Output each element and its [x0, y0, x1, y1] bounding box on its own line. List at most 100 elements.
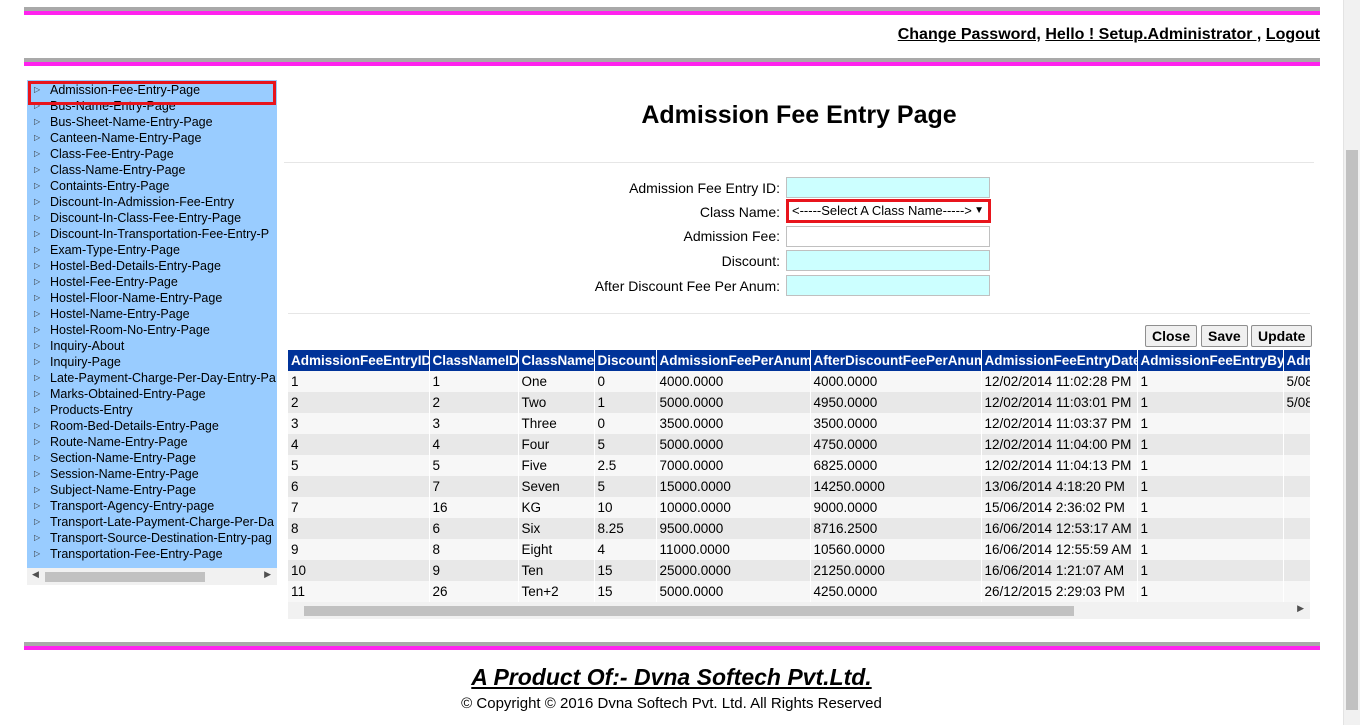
after-discount-field[interactable] [786, 275, 990, 296]
column-header[interactable]: AdmissionFeeEntryBy [1137, 350, 1284, 371]
table-row[interactable]: 2 2 Two 1 5000.0000 4950.0000 12/02/2014 11:03… [288, 392, 1310, 413]
sidebar-scroll-thumb[interactable] [45, 572, 205, 582]
expand-triangle-icon: ▷ [34, 485, 41, 494]
table-cell: 12/02/2014 11:02:28 PM [981, 371, 1138, 392]
sidebar-item[interactable]: ▷ Bus-Sheet-Name-Entry-Page [27, 114, 277, 130]
column-header[interactable]: AdmissionFeeEntryID [288, 350, 430, 371]
logout-link[interactable]: Logout [1266, 26, 1320, 43]
scroll-left-icon[interactable]: ◀ [32, 569, 39, 580]
sidebar-item-label: Discount-In-Transportation-Fee-Entry-P [50, 227, 270, 241]
sidebar-item[interactable]: ▷ Canteen-Name-Entry-Page [27, 130, 277, 146]
entry-id-label: Admission Fee Entry ID: [629, 180, 780, 196]
class-name-select[interactable]: <-----Select A Class Name-----> ▼ [786, 199, 991, 223]
change-password-link[interactable]: Change Password, [898, 26, 1041, 43]
expand-triangle-icon: ▷ [34, 245, 41, 254]
entry-id-field[interactable] [786, 177, 990, 198]
sidebar-item[interactable]: ▷ Bus-Name-Entry-Page [27, 98, 277, 114]
sidebar-item[interactable]: ▷ Subject-Name-Entry-Page [27, 482, 277, 498]
top-divider [24, 7, 1320, 15]
table-row[interactable]: 1 1 One 0 4000.0000 4000.0000 12/02/2014 11:02… [288, 371, 1310, 392]
sidebar-item-label: Hostel-Name-Entry-Page [50, 307, 190, 321]
expand-triangle-icon: ▷ [34, 309, 41, 318]
sidebar-item[interactable]: ▷ Room-Bed-Details-Entry-Page [27, 418, 277, 434]
table-cell: 1 [1137, 413, 1284, 434]
sidebar-horizontal-scrollbar[interactable]: ◀ ▶ [27, 568, 277, 585]
grid-scroll-thumb[interactable] [304, 606, 1074, 616]
table-row[interactable]: 8 6 Six 8.25 9500.0000 8716.2500 16/06/2014 12… [288, 518, 1310, 539]
sidebar-item[interactable]: ▷ Route-Name-Entry-Page [27, 434, 277, 450]
table-row[interactable]: 10 9 Ten 15 25000.0000 21250.0000 16/06/2014 1… [288, 560, 1310, 581]
table-cell: 3 [429, 413, 519, 434]
sidebar-item[interactable]: ▷ Transport-Source-Destination-Entry-pag [27, 530, 277, 546]
table-cell: 6825.0000 [810, 455, 982, 476]
table-cell: Three [518, 413, 595, 434]
table-row[interactable]: 6 7 Seven 5 15000.0000 14250.0000 13/06/2014 4… [288, 476, 1310, 497]
table-row[interactable]: 7 16 KG 10 10000.0000 9000.0000 15/06/2014 2:3… [288, 497, 1310, 518]
sidebar-item[interactable]: ▷ Products-Entry [27, 402, 277, 418]
expand-triangle-icon: ▷ [34, 405, 41, 414]
table-cell: 12/02/2014 11:03:01 PM [981, 392, 1138, 413]
sidebar-item[interactable]: ▷ Exam-Type-Entry-Page [27, 242, 277, 258]
table-cell: 16/06/2014 1:21:07 AM [981, 560, 1138, 581]
scroll-right-icon[interactable]: ▶ [1297, 603, 1304, 614]
column-header[interactable]: ClassName [518, 350, 595, 371]
sidebar-item[interactable]: ▷ Hostel-Fee-Entry-Page [27, 274, 277, 290]
column-header[interactable]: AdmissionFeeEntryDate [981, 350, 1138, 371]
sidebar-item[interactable]: ▷ Late-Payment-Charge-Per-Day-Entry-Pa [27, 370, 277, 386]
sidebar-item[interactable]: ▷ Hostel-Floor-Name-Entry-Page [27, 290, 277, 306]
grid-horizontal-scrollbar[interactable]: ▶ [288, 602, 1310, 619]
sidebar-item[interactable]: ▷ Transport-Late-Payment-Charge-Per-Da [27, 514, 277, 530]
table-cell: 1 [1137, 371, 1284, 392]
table-cell: One [518, 371, 595, 392]
sidebar-item[interactable]: ▷ Inquiry-Page [27, 354, 277, 370]
column-header[interactable]: Discount [594, 350, 657, 371]
expand-triangle-icon: ▷ [34, 149, 41, 158]
admission-fee-field[interactable] [786, 226, 990, 247]
table-row[interactable]: 3 3 Three 0 3500.0000 3500.0000 12/02/2014 11:… [288, 413, 1310, 434]
discount-field[interactable] [786, 250, 990, 271]
sidebar-list: ▷ Admission-Fee-Entry-Page ▷ Bus-Name-Entry… [27, 80, 277, 562]
table-row[interactable]: 5 5 Five 2.5 7000.0000 6825.0000 12/02/2014 11… [288, 455, 1310, 476]
table-cell: 5 [288, 455, 430, 476]
expand-triangle-icon: ▷ [34, 133, 41, 142]
column-header[interactable]: ClassNameID [429, 350, 519, 371]
sidebar-item[interactable]: ▷ Hostel-Room-No-Entry-Page [27, 322, 277, 338]
sidebar-item[interactable]: ▷ Discount-In-Transportation-Fee-Entry-P [27, 226, 277, 242]
sidebar-item[interactable]: ▷ Hostel-Name-Entry-Page [27, 306, 277, 322]
class-name-select-value: <-----Select A Class Name-----> [792, 203, 972, 218]
scroll-right-icon[interactable]: ▶ [264, 569, 271, 580]
column-header[interactable]: AdmissionFeePerAnum [656, 350, 811, 371]
sidebar-item[interactable]: ▷ Marks-Obtained-Entry-Page [27, 386, 277, 402]
page-scroll-thumb[interactable] [1346, 150, 1358, 710]
expand-triangle-icon: ▷ [34, 101, 41, 110]
sidebar-item[interactable]: ▷ Transport-Agency-Entry-page [27, 498, 277, 514]
sidebar-item[interactable]: ▷ Class-Fee-Entry-Page [27, 146, 277, 162]
save-button[interactable]: Save [1201, 325, 1248, 347]
column-header[interactable]: Adm [1283, 350, 1310, 371]
sidebar-item[interactable]: ▷ Discount-In-Class-Fee-Entry-Page [27, 210, 277, 226]
sidebar-item[interactable]: ▷ Hostel-Bed-Details-Entry-Page [27, 258, 277, 274]
discount-label: Discount: [721, 253, 780, 269]
table-cell: 1 [594, 392, 657, 413]
table-cell: 4000.0000 [810, 371, 982, 392]
table-cell: Five [518, 455, 595, 476]
sidebar-item[interactable]: ▷ Discount-In-Admission-Fee-Entry [27, 194, 277, 210]
sidebar-item-label: Section-Name-Entry-Page [50, 451, 196, 465]
greeting-link[interactable]: Hello ! Setup.Administrator , [1045, 26, 1261, 43]
sidebar-item[interactable]: ▷ Inquiry-About [27, 338, 277, 354]
column-header[interactable]: AfterDiscountFeePerAnum [810, 350, 982, 371]
table-row[interactable]: 9 8 Eight 4 11000.0000 10560.0000 16/06/2014 1… [288, 539, 1310, 560]
sidebar-item[interactable]: ▷ Section-Name-Entry-Page [27, 450, 277, 466]
table-cell: 26 [429, 581, 519, 602]
close-button[interactable]: Close [1145, 325, 1198, 347]
table-row[interactable]: 11 26 Ten+2 15 5000.0000 4250.0000 26/12/2015 … [288, 581, 1310, 602]
page-vertical-scrollbar[interactable] [1343, 0, 1360, 725]
update-button[interactable]: Update [1251, 325, 1313, 347]
sidebar-item[interactable]: ▷ Transportation-Fee-Entry-Page [27, 546, 277, 562]
sidebar-item[interactable]: ▷ Class-Name-Entry-Page [27, 162, 277, 178]
expand-triangle-icon: ▷ [34, 357, 41, 366]
sidebar-item[interactable]: ▷ Containts-Entry-Page [27, 178, 277, 194]
sidebar-item[interactable]: ▷ Session-Name-Entry-Page [27, 466, 277, 482]
table-row[interactable]: 4 4 Four 5 5000.0000 4750.0000 12/02/2014 11:0… [288, 434, 1310, 455]
sidebar-item[interactable]: ▷ Admission-Fee-Entry-Page [27, 82, 277, 98]
